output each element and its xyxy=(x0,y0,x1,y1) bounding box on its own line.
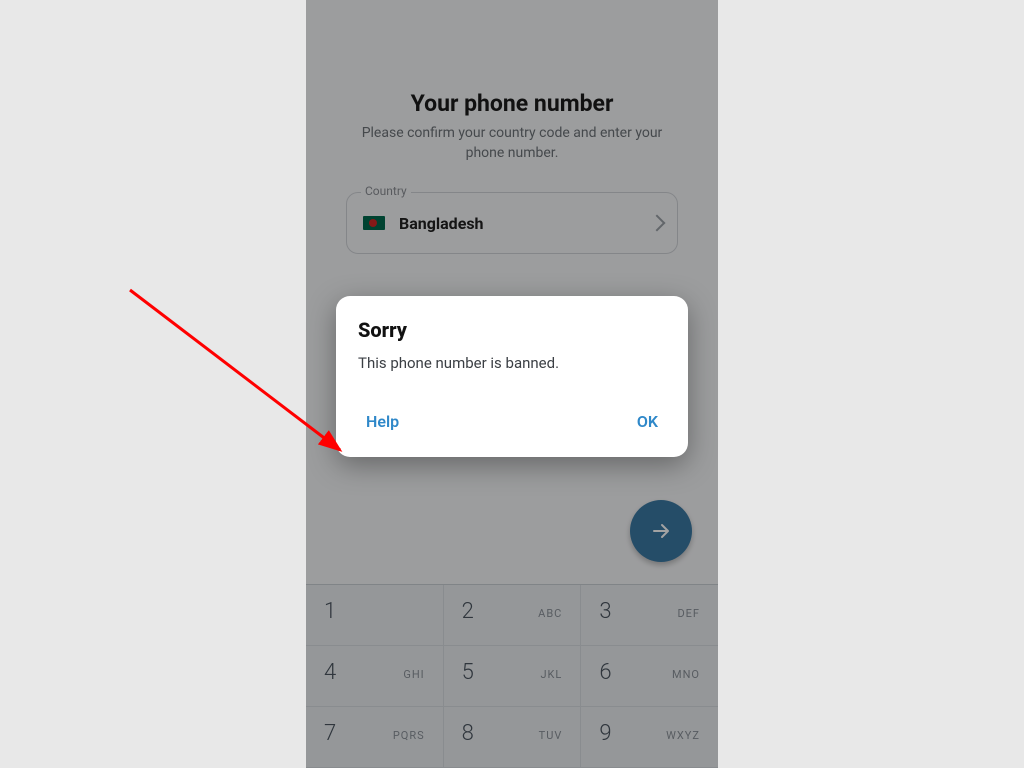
phone-screen: Your phone number Please confirm your co… xyxy=(306,0,718,768)
help-button[interactable]: Help xyxy=(360,406,405,437)
ok-button[interactable]: OK xyxy=(631,406,664,437)
dialog-message: This phone number is banned. xyxy=(358,354,666,372)
error-dialog: Sorry This phone number is banned. Help … xyxy=(336,296,688,457)
dialog-title: Sorry xyxy=(358,318,666,342)
